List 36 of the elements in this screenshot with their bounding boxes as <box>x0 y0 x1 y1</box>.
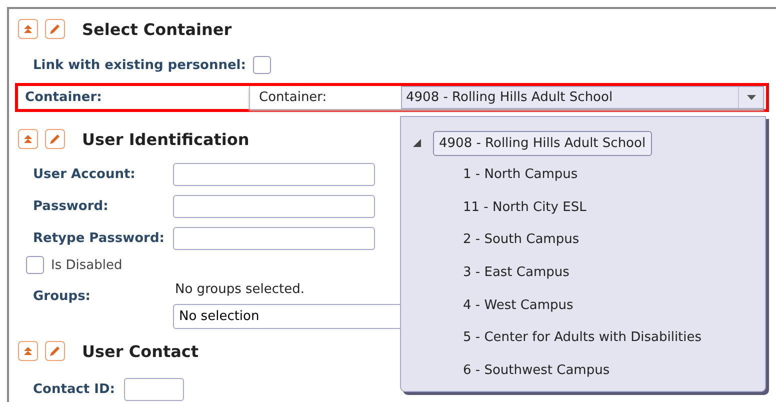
field-label: Retype Password: <box>33 230 166 246</box>
checkbox-label: Is Disabled <box>51 258 122 272</box>
container-dropdown[interactable]: 4908 - Rolling Hills Adult School <box>401 86 764 109</box>
field-label: Container: <box>258 90 328 105</box>
input-field[interactable] <box>173 162 375 186</box>
section-title: Select Container <box>82 20 232 38</box>
input-field[interactable] <box>173 194 375 218</box>
tree-item[interactable]: 6 - Southwest Campus <box>457 358 616 383</box>
collapse-icon[interactable] <box>18 129 38 149</box>
section-title: User Contact <box>82 342 199 360</box>
tree-item[interactable]: 2 - South Campus <box>457 227 586 252</box>
field-label: Password: <box>33 198 110 214</box>
caret-icon <box>746 95 756 100</box>
checkbox[interactable] <box>26 256 44 274</box>
tree-item[interactable]: 3 - East Campus <box>457 260 576 285</box>
tree-item[interactable]: 4 - West Campus <box>457 292 580 318</box>
collapse-icon[interactable] <box>18 341 38 361</box>
pencil-icon[interactable] <box>45 19 65 39</box>
input-field[interactable] <box>173 226 375 250</box>
field-label: Contact ID: <box>33 382 116 396</box>
field-label: User Account: <box>33 166 136 182</box>
pencil-icon[interactable] <box>45 129 65 149</box>
field-label: Link with existing personnel: <box>33 58 246 72</box>
section-title: User Identification <box>82 130 250 148</box>
checkbox[interactable] <box>252 56 271 74</box>
tree-item[interactable]: 11 - North City ESL <box>457 194 592 220</box>
tree-item[interactable]: 1 - North Campus <box>457 162 584 187</box>
field-label: Groups: <box>33 289 92 304</box>
input-field[interactable] <box>124 378 184 400</box>
collapse-icon[interactable] <box>18 19 38 39</box>
groups-note: No groups selected. <box>175 282 304 299</box>
pencil-icon[interactable] <box>45 341 65 361</box>
field-label: Container: <box>24 90 103 105</box>
tree-item[interactable]: 5 - Center for Adults with Disabilities <box>457 325 708 350</box>
tree-item[interactable]: 4908 - Rolling Hills Adult School <box>433 131 652 156</box>
expanded-arrow-icon[interactable] <box>413 139 421 147</box>
